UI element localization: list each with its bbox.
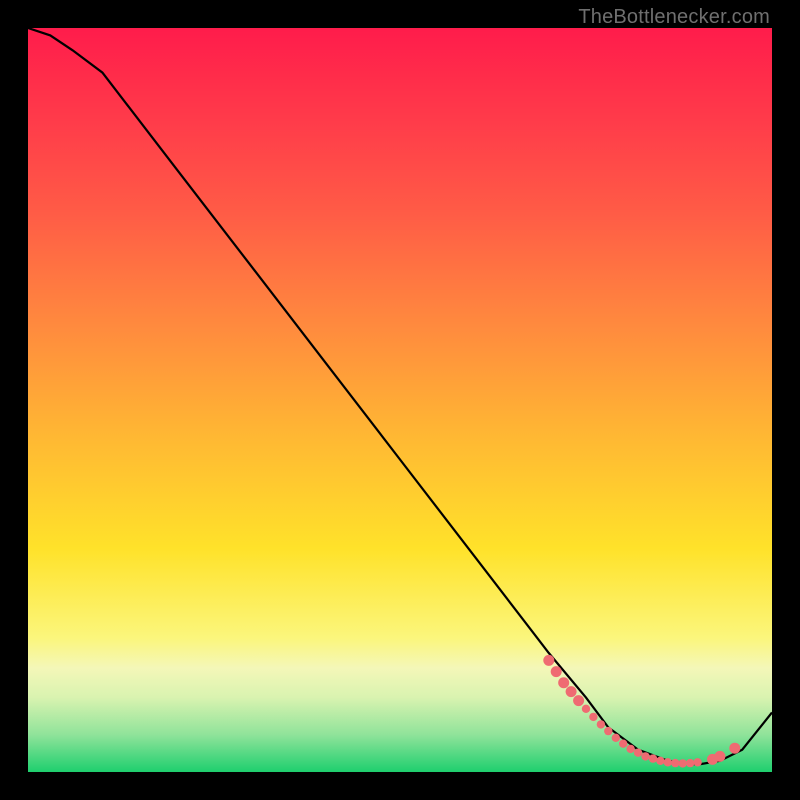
marker-dot bbox=[664, 758, 672, 766]
marker-dot bbox=[619, 740, 627, 748]
chart-svg bbox=[28, 28, 772, 772]
marker-dot bbox=[573, 695, 584, 706]
marker-dot bbox=[641, 752, 649, 760]
marker-dot bbox=[686, 759, 694, 767]
marker-dot bbox=[679, 759, 687, 767]
marker-dot bbox=[714, 751, 725, 762]
marker-dot bbox=[543, 655, 554, 666]
marker-dot bbox=[649, 754, 657, 762]
marker-dot bbox=[656, 757, 664, 765]
marker-dot bbox=[551, 666, 562, 677]
bottleneck-curve-line bbox=[28, 28, 772, 765]
marker-dot bbox=[612, 734, 620, 742]
chart-frame: TheBottlenecker.com bbox=[0, 0, 800, 800]
attribution-text: TheBottlenecker.com bbox=[578, 6, 770, 29]
marker-dot bbox=[566, 686, 577, 697]
marker-dot bbox=[729, 743, 740, 754]
marker-dot bbox=[604, 727, 612, 735]
marker-dot bbox=[693, 758, 701, 766]
marker-dot bbox=[582, 705, 590, 713]
marker-dot bbox=[626, 745, 634, 753]
marker-dot bbox=[558, 677, 569, 688]
marker-dot bbox=[589, 713, 597, 721]
marker-dot bbox=[634, 749, 642, 757]
marker-dot bbox=[671, 759, 679, 767]
plot-area bbox=[28, 28, 772, 772]
marker-dot bbox=[597, 720, 605, 728]
